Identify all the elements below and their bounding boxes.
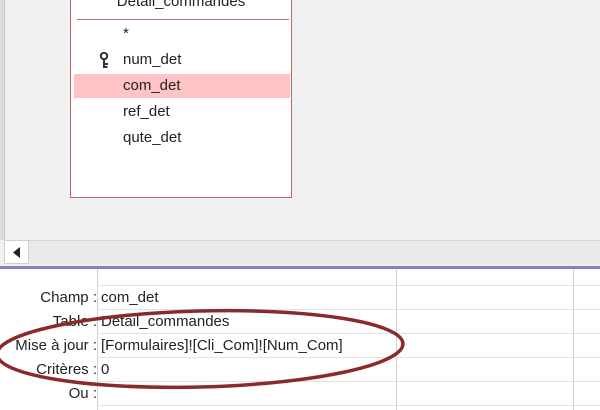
row-label-criteres: Critères : [36,361,97,378]
field-item-qute-det[interactable]: qute_det [74,126,290,150]
cell-criteres[interactable]: 0 [101,358,109,382]
cell-table[interactable]: Détail_commandes [101,310,229,334]
cell-mise-a-jour[interactable]: [Formulaires]![Cli_Com]![Num_Com] [101,334,343,358]
field-item-num-det[interactable]: num_det [74,48,290,72]
query-grid: Champ : Table : Mise à jour : Critères :… [0,269,600,410]
grid-row-divider [97,285,600,286]
horizontal-scrollbar[interactable] [0,240,600,266]
field-label: com_det [123,77,181,94]
row-label-champ: Champ : [40,289,97,306]
field-item-com-det[interactable]: com_det [74,74,290,98]
scroll-left-button[interactable] [4,240,29,264]
grid-column-divider [396,269,397,410]
field-item-asterisk[interactable]: * [74,22,290,46]
scroll-track[interactable] [29,240,600,264]
field-item-ref-det[interactable]: ref_det [74,100,290,124]
field-label: num_det [123,51,182,68]
pane-left-border [0,0,5,240]
field-label: qute_det [123,129,182,146]
grid-column-divider [573,269,574,410]
field-label: ref_det [123,103,170,120]
table-field-list[interactable]: Détail_commandes * num_det com_det ref_d… [70,0,292,198]
triangle-left-icon [13,247,20,258]
table-title[interactable]: Détail_commandes [71,0,291,20]
row-label-mise-a-jour: Mise à jour : [15,337,97,354]
grid-row-divider [97,405,600,406]
grid-column-divider [97,269,98,410]
row-label-ou: Ou : [68,385,97,402]
cell-champ[interactable]: com_det [101,286,159,310]
table-title-divider [77,19,289,20]
key-icon [98,51,110,69]
query-design-pane: Détail_commandes * num_det com_det ref_d… [0,0,600,240]
field-label: * [123,25,129,42]
grid-row-divider [97,381,600,382]
row-label-table: Table : [52,313,97,330]
